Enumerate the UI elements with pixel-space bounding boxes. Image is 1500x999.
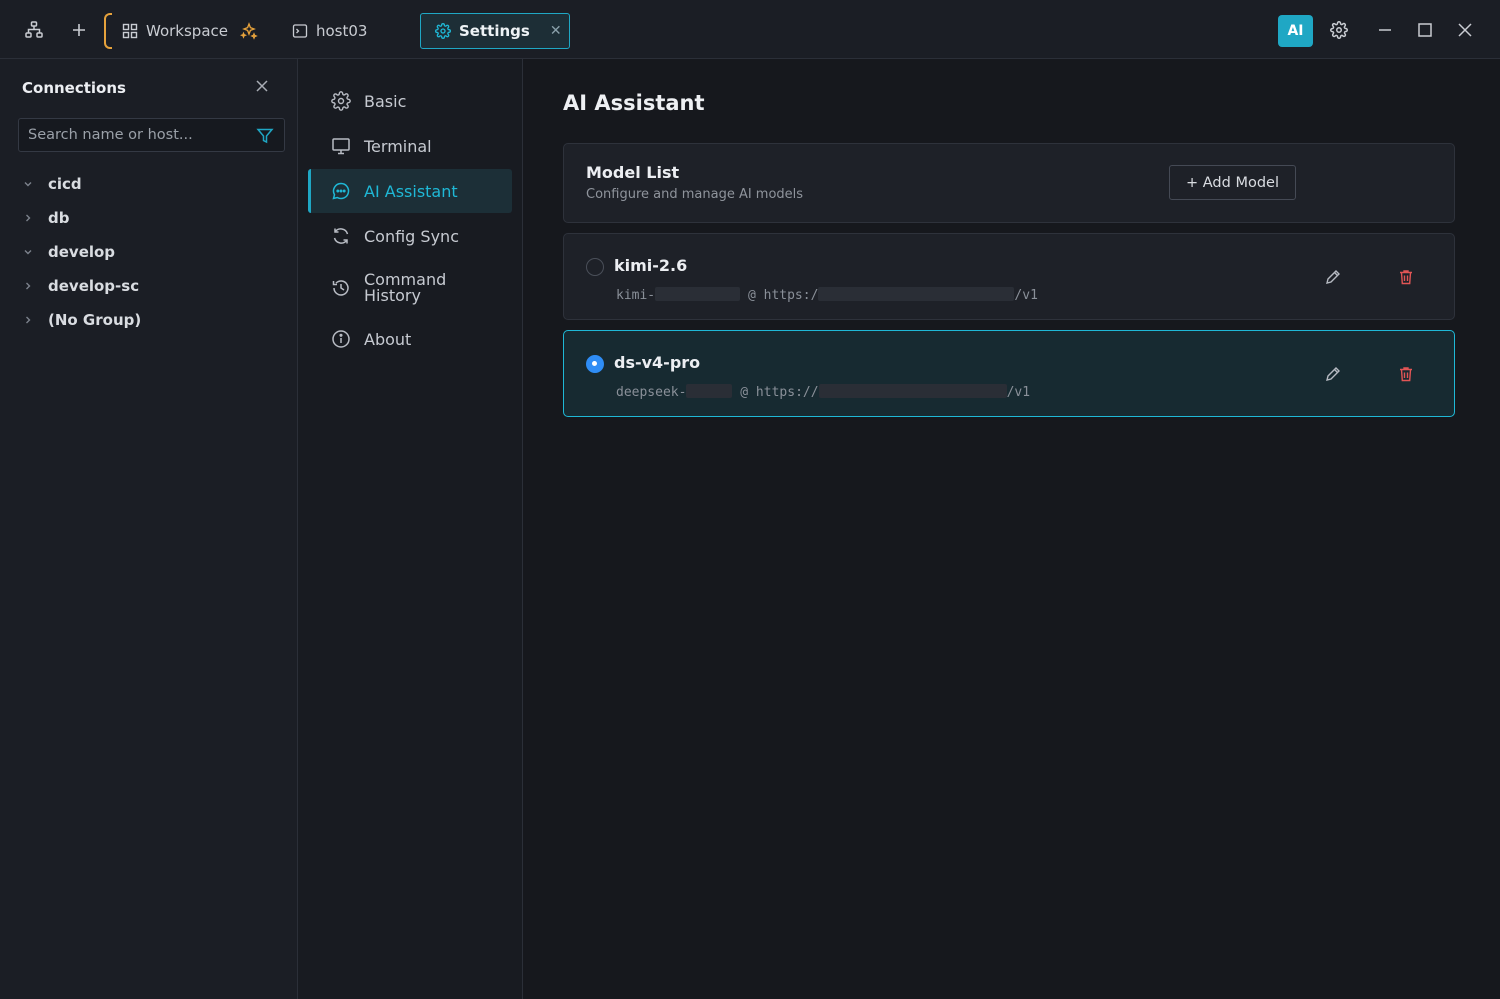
group-no-group[interactable]: (No Group) <box>22 303 141 337</box>
search-input[interactable] <box>19 119 249 151</box>
model-card-ds-v4-pro[interactable]: ds-v4-pro deepseek- @ https:// /v1 <box>563 330 1455 417</box>
app-settings-gear-icon[interactable] <box>1327 18 1351 42</box>
redacted-block <box>686 384 733 398</box>
chevron-down-icon <box>22 246 34 258</box>
redacted-block <box>655 287 741 301</box>
title-bar: Workspace host03 Settings ✕ AI <box>0 0 1500 59</box>
sparkle-icon[interactable] <box>240 22 258 40</box>
group-develop[interactable]: develop <box>22 235 141 269</box>
chevron-down-icon <box>22 178 34 190</box>
group-label: develop <box>48 243 116 261</box>
group-label: cicd <box>48 175 82 193</box>
close-sidebar-icon[interactable] <box>255 79 271 95</box>
minimize-icon[interactable] <box>1373 18 1397 42</box>
nav-command-history[interactable]: Command History <box>308 266 512 310</box>
new-tab-plus-icon[interactable] <box>67 18 91 42</box>
model-select-radio-checked[interactable] <box>586 355 604 373</box>
endpoint-host-prefix: @ https:// <box>740 385 819 400</box>
gear-icon <box>331 91 351 111</box>
close-window-icon[interactable] <box>1453 18 1477 42</box>
nav-label-multiline: Command History <box>364 272 446 304</box>
chevron-right-icon <box>22 212 34 224</box>
endpoint-suffix: /v1 <box>1014 288 1038 303</box>
filter-icon[interactable] <box>256 127 274 145</box>
tab-label: host03 <box>316 22 368 40</box>
sync-icon <box>331 226 351 246</box>
model-name: kimi-2.6 <box>614 256 688 275</box>
nav-label-line2: History <box>364 286 421 305</box>
workspace-group-marker <box>104 13 112 49</box>
nav-basic[interactable]: Basic <box>308 79 512 123</box>
nav-ai-assistant[interactable]: AI Assistant <box>308 169 512 213</box>
settings-content: AI Assistant Model List Configure and ma… <box>523 59 1500 999</box>
chevron-right-icon <box>22 314 34 326</box>
model-list-subtitle: Configure and manage AI models <box>586 187 804 202</box>
page-title: AI Assistant <box>563 91 705 115</box>
nav-label: About <box>364 329 412 349</box>
group-label: develop-sc <box>48 277 140 295</box>
nav-terminal[interactable]: Terminal <box>308 124 512 168</box>
ai-toggle-button[interactable]: AI <box>1278 15 1313 47</box>
model-list-header-card: Model List Configure and manage AI model… <box>563 143 1455 223</box>
search-box <box>18 118 285 152</box>
group-label: (No Group) <box>48 311 142 329</box>
connections-sidebar: Connections cicd db develop develop-sc (… <box>0 59 298 999</box>
tab-label: Settings <box>459 22 530 40</box>
add-model-button[interactable]: + Add Model <box>1169 165 1296 200</box>
nav-label: Config Sync <box>364 226 459 246</box>
maximize-icon[interactable] <box>1413 18 1437 42</box>
edit-pencil-icon[interactable] <box>1324 268 1342 286</box>
connection-group-list: cicd db develop develop-sc (No Group) <box>22 167 141 337</box>
tab-label: Workspace <box>146 22 228 40</box>
info-icon <box>331 329 351 349</box>
nav-label: AI Assistant <box>364 181 458 201</box>
tab-workspace[interactable]: Workspace <box>112 13 268 49</box>
edit-pencil-icon[interactable] <box>1324 365 1342 383</box>
delete-trash-icon[interactable] <box>1397 365 1415 383</box>
terminal-icon <box>292 23 308 39</box>
delete-trash-icon[interactable] <box>1397 268 1415 286</box>
monitor-icon <box>331 136 351 156</box>
tab-close-icon[interactable]: ✕ <box>550 23 562 39</box>
grid-icon <box>122 23 138 39</box>
nav-label: Terminal <box>364 136 432 156</box>
model-card-kimi[interactable]: kimi-2.6 kimi- @ https:/ /v1 <box>563 233 1455 320</box>
model-name: ds-v4-pro <box>614 353 701 372</box>
group-develop-sc[interactable]: develop-sc <box>22 269 141 303</box>
nav-about[interactable]: About <box>308 317 512 361</box>
model-id-prefix: deepseek- <box>616 385 687 400</box>
chevron-right-icon <box>22 280 34 292</box>
redacted-block <box>818 287 1015 301</box>
settings-nav: Basic Terminal AI Assistant Config Sync … <box>298 59 523 999</box>
model-endpoint: deepseek- @ https:// /v1 <box>616 384 1030 400</box>
nav-config-sync[interactable]: Config Sync <box>308 214 512 258</box>
endpoint-suffix: /v1 <box>1006 385 1031 400</box>
endpoint-host-prefix: @ https:/ <box>747 288 819 303</box>
model-endpoint: kimi- @ https:/ /v1 <box>616 287 1038 303</box>
redacted-block <box>818 384 1007 398</box>
history-icon <box>331 278 351 298</box>
chat-icon <box>331 181 351 201</box>
nav-label: Basic <box>364 91 407 111</box>
gear-icon <box>435 23 451 39</box>
tab-host03[interactable]: host03 <box>282 13 377 49</box>
model-select-radio[interactable] <box>586 258 604 276</box>
network-icon[interactable] <box>22 18 46 42</box>
model-list-title: Model List <box>586 163 680 182</box>
model-id-prefix: kimi- <box>616 288 656 303</box>
group-db[interactable]: db <box>22 201 141 235</box>
tab-settings[interactable]: Settings ✕ <box>420 13 570 49</box>
group-cicd[interactable]: cicd <box>22 167 141 201</box>
group-label: db <box>48 209 70 227</box>
connections-title: Connections <box>22 79 126 97</box>
